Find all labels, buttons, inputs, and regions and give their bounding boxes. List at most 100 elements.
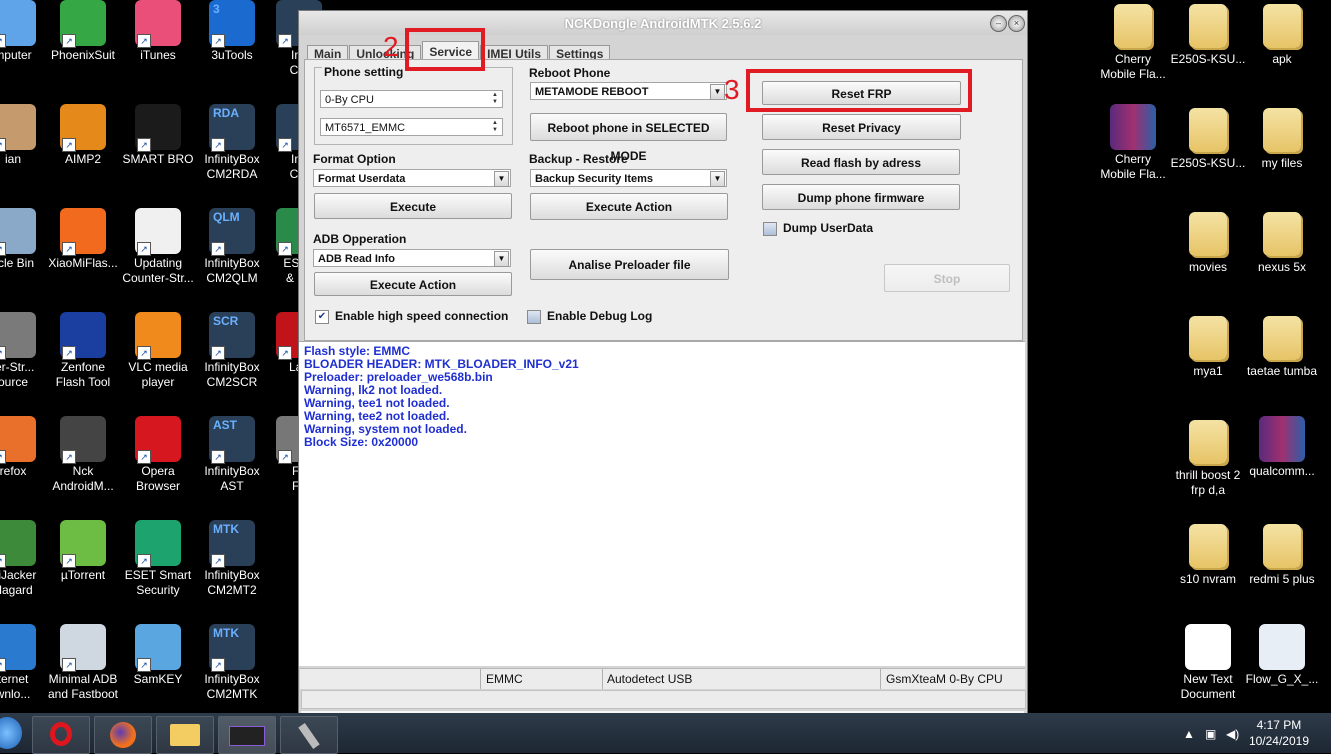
execute-adb-button[interactable]: Execute Action xyxy=(314,272,512,296)
adb-operation-select[interactable]: ADB Read Info ▼ xyxy=(313,249,511,267)
desktop-icon-col2-3[interactable]: ↗ Zenfone Flash Tool xyxy=(44,312,122,390)
desktop-icon-col3-4[interactable]: ↗ Opera Browser xyxy=(119,416,197,494)
desktop-icon-folder-5[interactable]: redmi 5 plus xyxy=(1243,520,1321,587)
desktop-icon-col2-6[interactable]: ↗ Minimal ADB and Fastboot xyxy=(44,624,122,702)
desktop-icon-folder-2[interactable]: movies xyxy=(1169,208,1247,275)
desktop-icon-label: nexus 5x xyxy=(1257,260,1307,274)
execute-format-button[interactable]: Execute xyxy=(314,193,512,219)
step-3-marker: 3 xyxy=(724,74,740,105)
desktop-icon-col3-2[interactable]: ↗ Updating Counter-Str... xyxy=(119,208,197,286)
desktop-icon-col2-4[interactable]: ↗ Nck AndroidM... xyxy=(44,416,122,494)
desktop-icon-folder-6[interactable]: New Text Document xyxy=(1169,624,1247,702)
analise-preloader-button[interactable]: Analise Preloader file xyxy=(530,249,729,280)
tray-up-arrow-icon[interactable]: ▲ xyxy=(1183,727,1195,741)
reboot-selected-mode-button[interactable]: Reboot phone in SELECTED MODE xyxy=(530,113,727,163)
desktop-icon-label: Nck AndroidM... xyxy=(52,464,114,493)
high-speed-label: Enable high speed connection xyxy=(335,309,509,323)
taskbar-nck[interactable] xyxy=(218,716,276,754)
reset-privacy-button[interactable]: Reset Privacy xyxy=(762,114,961,140)
folder-icon xyxy=(1114,4,1152,48)
stop-button[interactable]: Stop xyxy=(884,264,1010,292)
desktop-icon-infinitybox-5[interactable]: MTK ↗ InfinityBox CM2MT2 xyxy=(193,520,271,598)
nckdongle-window: NCKDongle AndroidMTK 2.5.6.2 ‒ × Main Unl… xyxy=(298,10,1028,720)
tray-network-icon[interactable]: ▣ xyxy=(1205,727,1216,741)
desktop-icon-cherry-1[interactable]: Cherry Mobile Fla... xyxy=(1094,104,1172,182)
desktop-icon-label: iTunes xyxy=(140,48,176,62)
opera-icon xyxy=(50,722,72,746)
desktop-icon-label: New Text Document xyxy=(1180,672,1236,701)
desktop-icon-col2-0[interactable]: ↗ PhoenixSuit xyxy=(44,0,122,63)
folder-icon xyxy=(1189,212,1227,256)
desktop-icon-col3-3[interactable]: ↗ VLC media player xyxy=(119,312,197,390)
app-icon: MTK ↗ xyxy=(209,624,255,672)
chip-select[interactable]: MT6571_EMMC ▲ ▼ xyxy=(320,118,503,136)
chevron-down-icon[interactable]: ▼ xyxy=(710,171,725,187)
folder-icon xyxy=(170,724,200,746)
desktop-icon-label: Zenfone Flash Tool xyxy=(55,360,111,389)
dump-firmware-button[interactable]: Dump phone firmware xyxy=(762,184,960,210)
format-option-select[interactable]: Format Userdata ▼ xyxy=(313,169,511,187)
progress-bar xyxy=(301,690,1026,709)
desktop-icon-folder-1[interactable]: my files xyxy=(1243,104,1321,171)
app-icon: ↗ xyxy=(60,416,106,464)
log-output[interactable]: Flash style: EMMC BLOADER HEADER: MTK_BLO… xyxy=(299,341,1025,666)
desktop-icon-folder-6[interactable]: Flow_G_X_... xyxy=(1243,624,1321,687)
read-flash-button[interactable]: Read flash by adress xyxy=(762,149,960,175)
app-icon: ↗ xyxy=(135,0,181,48)
shortcut-arrow-icon: ↗ xyxy=(211,554,225,568)
taskbar-opera[interactable] xyxy=(32,716,90,754)
app-icon: 3 ↗ xyxy=(209,0,255,48)
desktop-icon-col3-1[interactable]: ↗ SMART BRO xyxy=(119,104,197,167)
taskbar-nckdongle[interactable] xyxy=(280,716,338,754)
desktop-icon-col2-1[interactable]: ↗ AIMP2 xyxy=(44,104,122,167)
taskbar-file-explorer[interactable] xyxy=(156,716,214,754)
desktop-icon-col2-5[interactable]: ↗ µTorrent xyxy=(44,520,122,583)
shortcut-arrow-icon: ↗ xyxy=(211,138,225,152)
tray-volume-icon[interactable]: ◀) xyxy=(1226,727,1239,741)
shortcut-arrow-icon: ↗ xyxy=(62,34,76,48)
desktop-icon-folder-3[interactable]: taetae tumba xyxy=(1243,312,1321,379)
desktop-icon-col3-0[interactable]: ↗ iTunes xyxy=(119,0,197,63)
debug-log-checkbox[interactable] xyxy=(527,310,541,324)
desktop-icon-folder-2[interactable]: nexus 5x xyxy=(1243,208,1321,275)
app-icon: ↗ xyxy=(60,520,106,568)
folder-icon xyxy=(1189,420,1227,464)
app-icon: ↗ xyxy=(135,208,181,256)
desktop-icon-label: s10 nvram xyxy=(1179,572,1237,586)
desktop-icon-col3-6[interactable]: ↗ SamKEY xyxy=(119,624,197,687)
clock[interactable]: 4:17 PM 10/24/2019 xyxy=(1249,717,1309,749)
minimize-button[interactable]: ‒ xyxy=(990,15,1007,32)
chevron-down-icon[interactable]: ▼ xyxy=(494,251,509,267)
shortcut-arrow-icon: ↗ xyxy=(211,658,225,672)
desktop-icon-folder-4[interactable]: thrill boost 2 frp d,a xyxy=(1169,416,1247,498)
reboot-mode-select[interactable]: METAMODE REBOOT ▼ xyxy=(530,82,727,100)
format-option-value: Format Userdata xyxy=(318,173,406,185)
app-icon: QLM ↗ xyxy=(209,208,255,256)
desktop-icon-col3-5[interactable]: ↗ ESET Smart Security xyxy=(119,520,197,598)
desktop-icon-folder-0[interactable]: E250S-KSU... xyxy=(1169,0,1247,67)
dump-userdata-checkbox[interactable] xyxy=(763,222,777,236)
execute-backup-button[interactable]: Execute Action xyxy=(530,193,728,220)
infinitybox-badge: RDA xyxy=(213,106,239,120)
cpu-select[interactable]: 0-By CPU ▲ ▼ xyxy=(320,90,503,108)
spin-arrows-icon[interactable]: ▲ ▼ xyxy=(489,92,501,106)
desktop-icon-folder-1[interactable]: E250S-KSU... xyxy=(1169,104,1247,171)
spin-arrows-icon[interactable]: ▲ ▼ xyxy=(489,120,501,134)
desktop-icon-folder-4[interactable]: qualcomm... xyxy=(1243,416,1321,479)
high-speed-checkbox[interactable]: ✔ xyxy=(315,310,329,324)
app-icon: ↗ xyxy=(135,416,181,464)
desktop-icon-col2-2[interactable]: ↗ XiaoMiFlas... xyxy=(44,208,122,271)
backup-restore-select[interactable]: Backup Security Items ▼ xyxy=(530,169,727,187)
desktop-icon-folder-3[interactable]: mya1 xyxy=(1169,312,1247,379)
shortcut-arrow-icon: ↗ xyxy=(62,138,76,152)
desktop-icon-cherry-0[interactable]: Cherry Mobile Fla... xyxy=(1094,0,1172,82)
desktop-icon-infinitybox-6[interactable]: MTK ↗ InfinityBox CM2MTK xyxy=(193,624,271,702)
debug-log-label: Enable Debug Log xyxy=(547,309,653,323)
start-button-icon[interactable] xyxy=(0,717,22,749)
desktop-icon-folder-5[interactable]: s10 nvram xyxy=(1169,520,1247,587)
close-button[interactable]: × xyxy=(1008,15,1025,32)
chevron-down-icon[interactable]: ▼ xyxy=(710,84,725,100)
desktop-icon-folder-0[interactable]: apk xyxy=(1243,0,1321,67)
chevron-down-icon[interactable]: ▼ xyxy=(494,171,509,187)
taskbar-firefox[interactable] xyxy=(94,716,152,754)
